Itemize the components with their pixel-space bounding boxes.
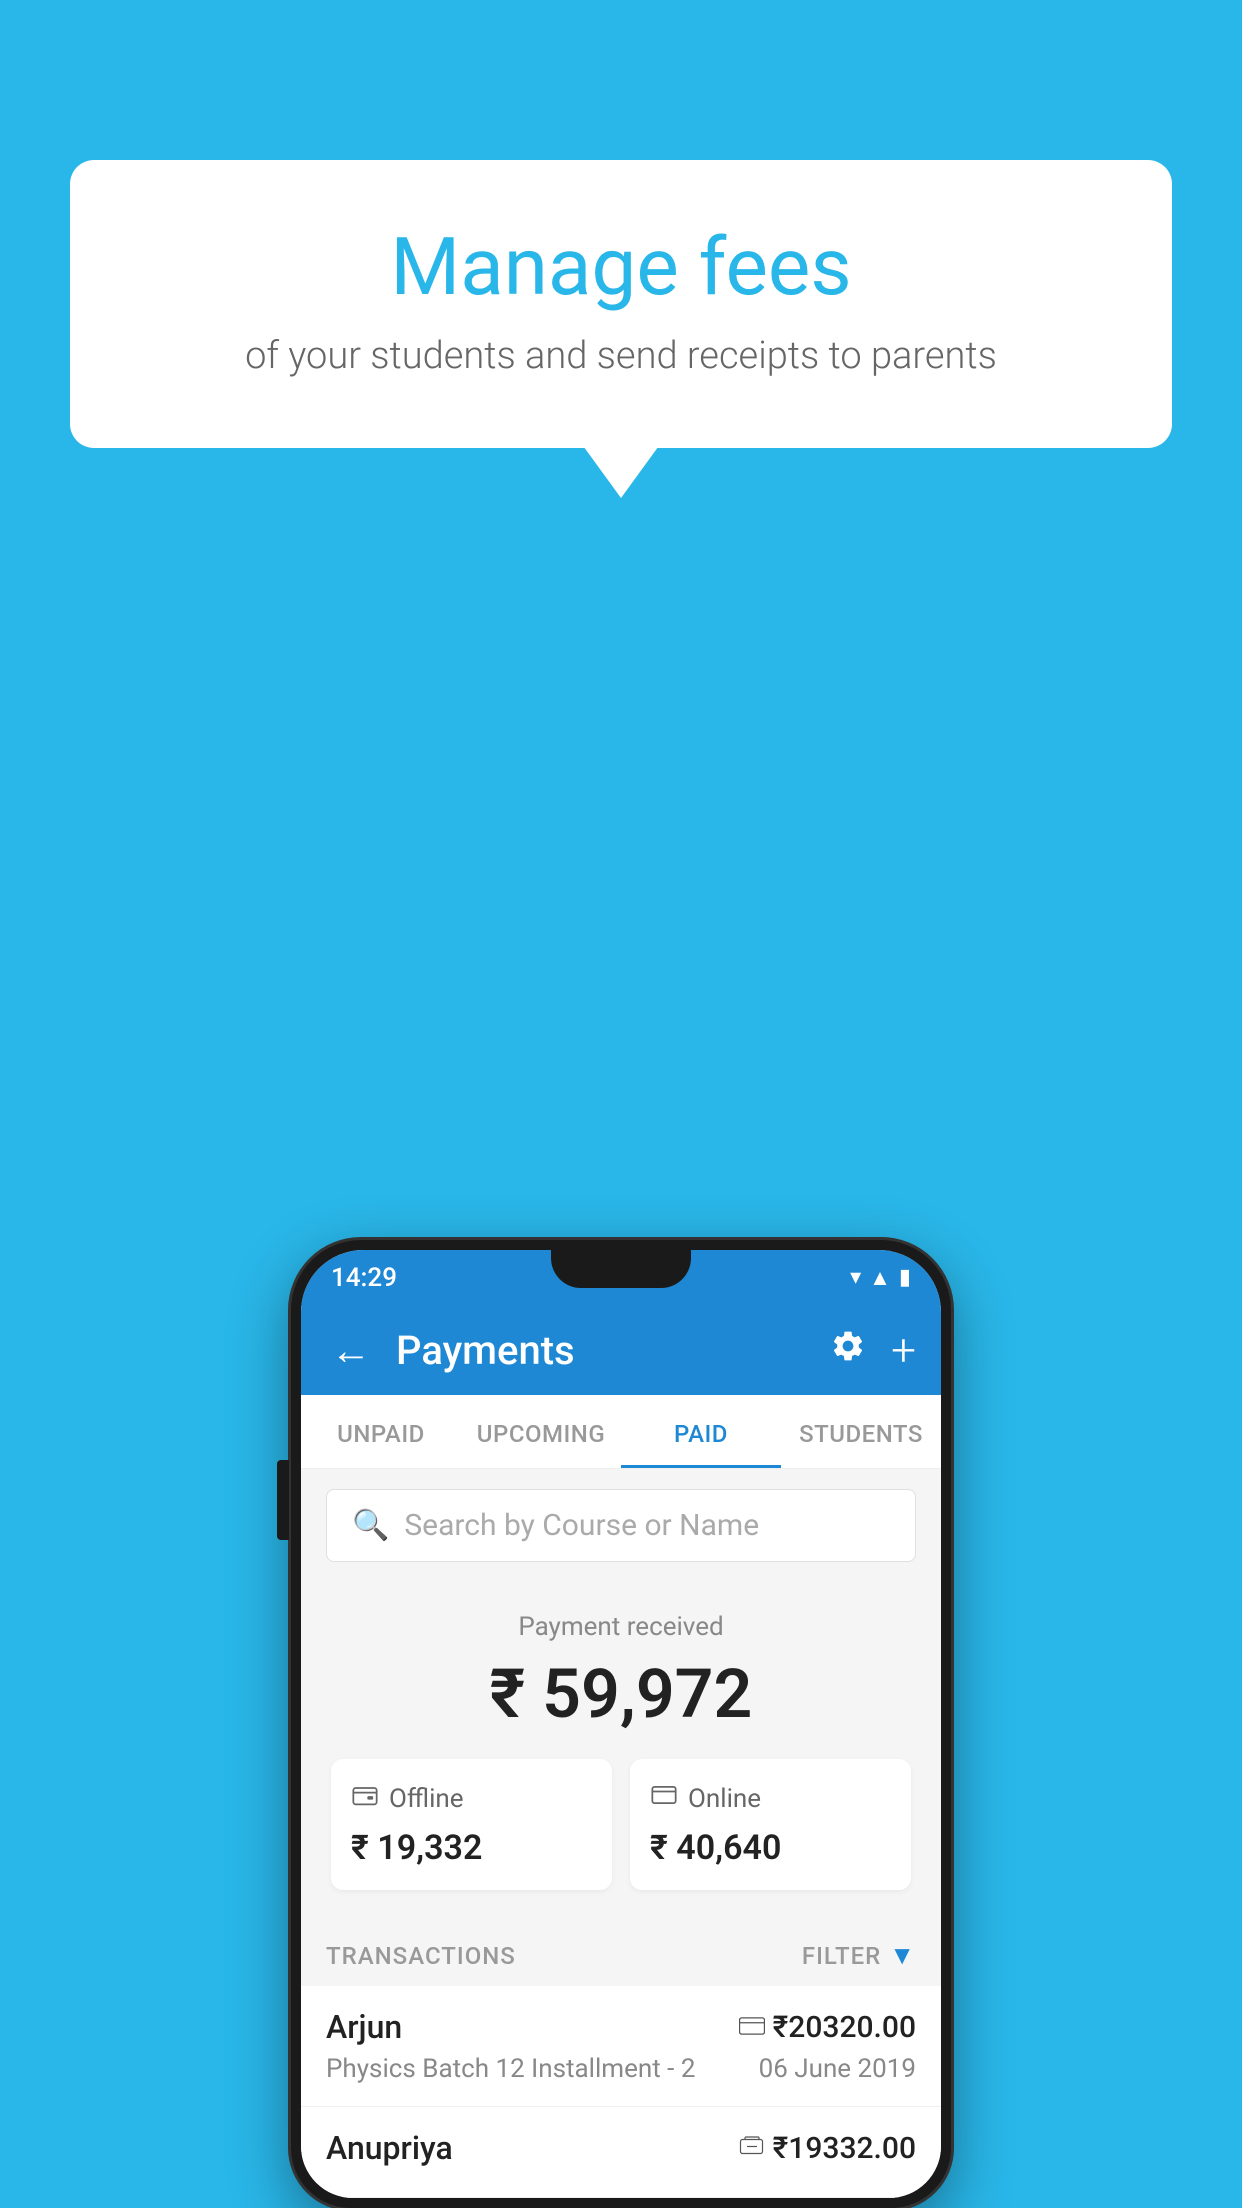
offline-amount: ₹ 19,332 [351, 1828, 592, 1868]
offline-icon [351, 1781, 379, 1816]
bubble-subtitle: of your students and send receipts to pa… [150, 334, 1092, 378]
total-payment-amount: ₹ 59,972 [326, 1654, 916, 1734]
search-icon: 🔍 [352, 1508, 389, 1543]
battery-icon: ▮ [899, 1265, 911, 1290]
online-amount: ₹ 40,640 [650, 1828, 891, 1868]
transaction-amount: ₹20320.00 [773, 2010, 916, 2045]
payment-cards: Offline ₹ 19,332 Online ₹ 40,640 [326, 1759, 916, 1890]
app-bar: ← Payments + [301, 1305, 941, 1395]
transaction-bottom: Physics Batch 12 Installment - 2 06 June… [326, 2054, 916, 2084]
tabs-bar: UNPAID UPCOMING PAID STUDENTS [301, 1395, 941, 1469]
transaction-top: Arjun ₹20320.00 [326, 2008, 916, 2046]
transaction-list: Arjun ₹20320.00 Physics Batch 12 Install… [301, 1986, 941, 2198]
app-bar-actions: + [830, 1328, 916, 1373]
payment-received-label: Payment received [326, 1612, 916, 1642]
offline-label: Offline [389, 1784, 464, 1814]
filter-button[interactable]: FILTER ▼ [802, 1940, 916, 1971]
online-icon [650, 1781, 678, 1816]
app-bar-title: Payments [396, 1327, 810, 1374]
transaction-date: 06 June 2019 [759, 2054, 916, 2084]
phone-notch [551, 1250, 691, 1288]
transaction-amount-wrap: ₹19332.00 [739, 2131, 916, 2166]
phone-frame: 14:29 ▾ ▲ ▮ ← Payments + [291, 1240, 951, 2208]
filter-icon: ▼ [889, 1940, 916, 1971]
online-payment-card: Online ₹ 40,640 [630, 1759, 911, 1890]
transaction-name: Anupriya [326, 2129, 453, 2167]
speech-bubble: Manage fees of your students and send re… [70, 160, 1172, 448]
transaction-amount-wrap: ₹20320.00 [739, 2010, 916, 2045]
transaction-top: Anupriya ₹19332.00 [326, 2129, 916, 2167]
add-button[interactable]: + [891, 1328, 916, 1372]
phone-screen: 14:29 ▾ ▲ ▮ ← Payments + [301, 1250, 941, 2198]
status-icons: ▾ ▲ ▮ [850, 1265, 911, 1291]
offline-card-header: Offline [351, 1781, 592, 1816]
transaction-course: Physics Batch 12 Installment - 2 [326, 2054, 695, 2084]
filter-label: FILTER [802, 1942, 881, 1970]
tab-unpaid[interactable]: UNPAID [301, 1395, 461, 1468]
search-input[interactable]: Search by Course or Name [404, 1508, 759, 1543]
transaction-name: Arjun [326, 2008, 402, 2046]
wifi-icon: ▾ [850, 1265, 861, 1290]
bubble-title: Manage fees [150, 220, 1092, 314]
search-container: 🔍 Search by Course or Name [301, 1469, 941, 1582]
tab-paid[interactable]: PAID [621, 1395, 781, 1468]
phone-wrapper: 14:29 ▾ ▲ ▮ ← Payments + [291, 1240, 951, 2208]
status-time: 14:29 [331, 1263, 397, 1293]
table-row[interactable]: Arjun ₹20320.00 Physics Batch 12 Install… [301, 1986, 941, 2107]
transactions-header: TRANSACTIONS FILTER ▼ [301, 1920, 941, 1986]
tab-students[interactable]: STUDENTS [781, 1395, 941, 1468]
tab-upcoming[interactable]: UPCOMING [461, 1395, 621, 1468]
table-row[interactable]: Anupriya ₹19332.00 [301, 2107, 941, 2198]
signal-icon: ▲ [869, 1265, 891, 1291]
online-label: Online [688, 1784, 761, 1814]
back-button[interactable]: ← [326, 1322, 376, 1379]
speech-bubble-container: Manage fees of your students and send re… [70, 160, 1172, 448]
search-box[interactable]: 🔍 Search by Course or Name [326, 1489, 916, 1562]
settings-button[interactable] [830, 1328, 866, 1373]
payment-summary: Payment received ₹ 59,972 Offline ₹ 19,3… [301, 1582, 941, 1920]
transaction-amount: ₹19332.00 [773, 2131, 916, 2166]
gear-icon [830, 1328, 866, 1364]
card-payment-icon [739, 2012, 765, 2042]
transactions-label: TRANSACTIONS [326, 1942, 516, 1970]
cash-payment-icon [739, 2133, 765, 2163]
offline-payment-card: Offline ₹ 19,332 [331, 1759, 612, 1890]
online-card-header: Online [650, 1781, 891, 1816]
